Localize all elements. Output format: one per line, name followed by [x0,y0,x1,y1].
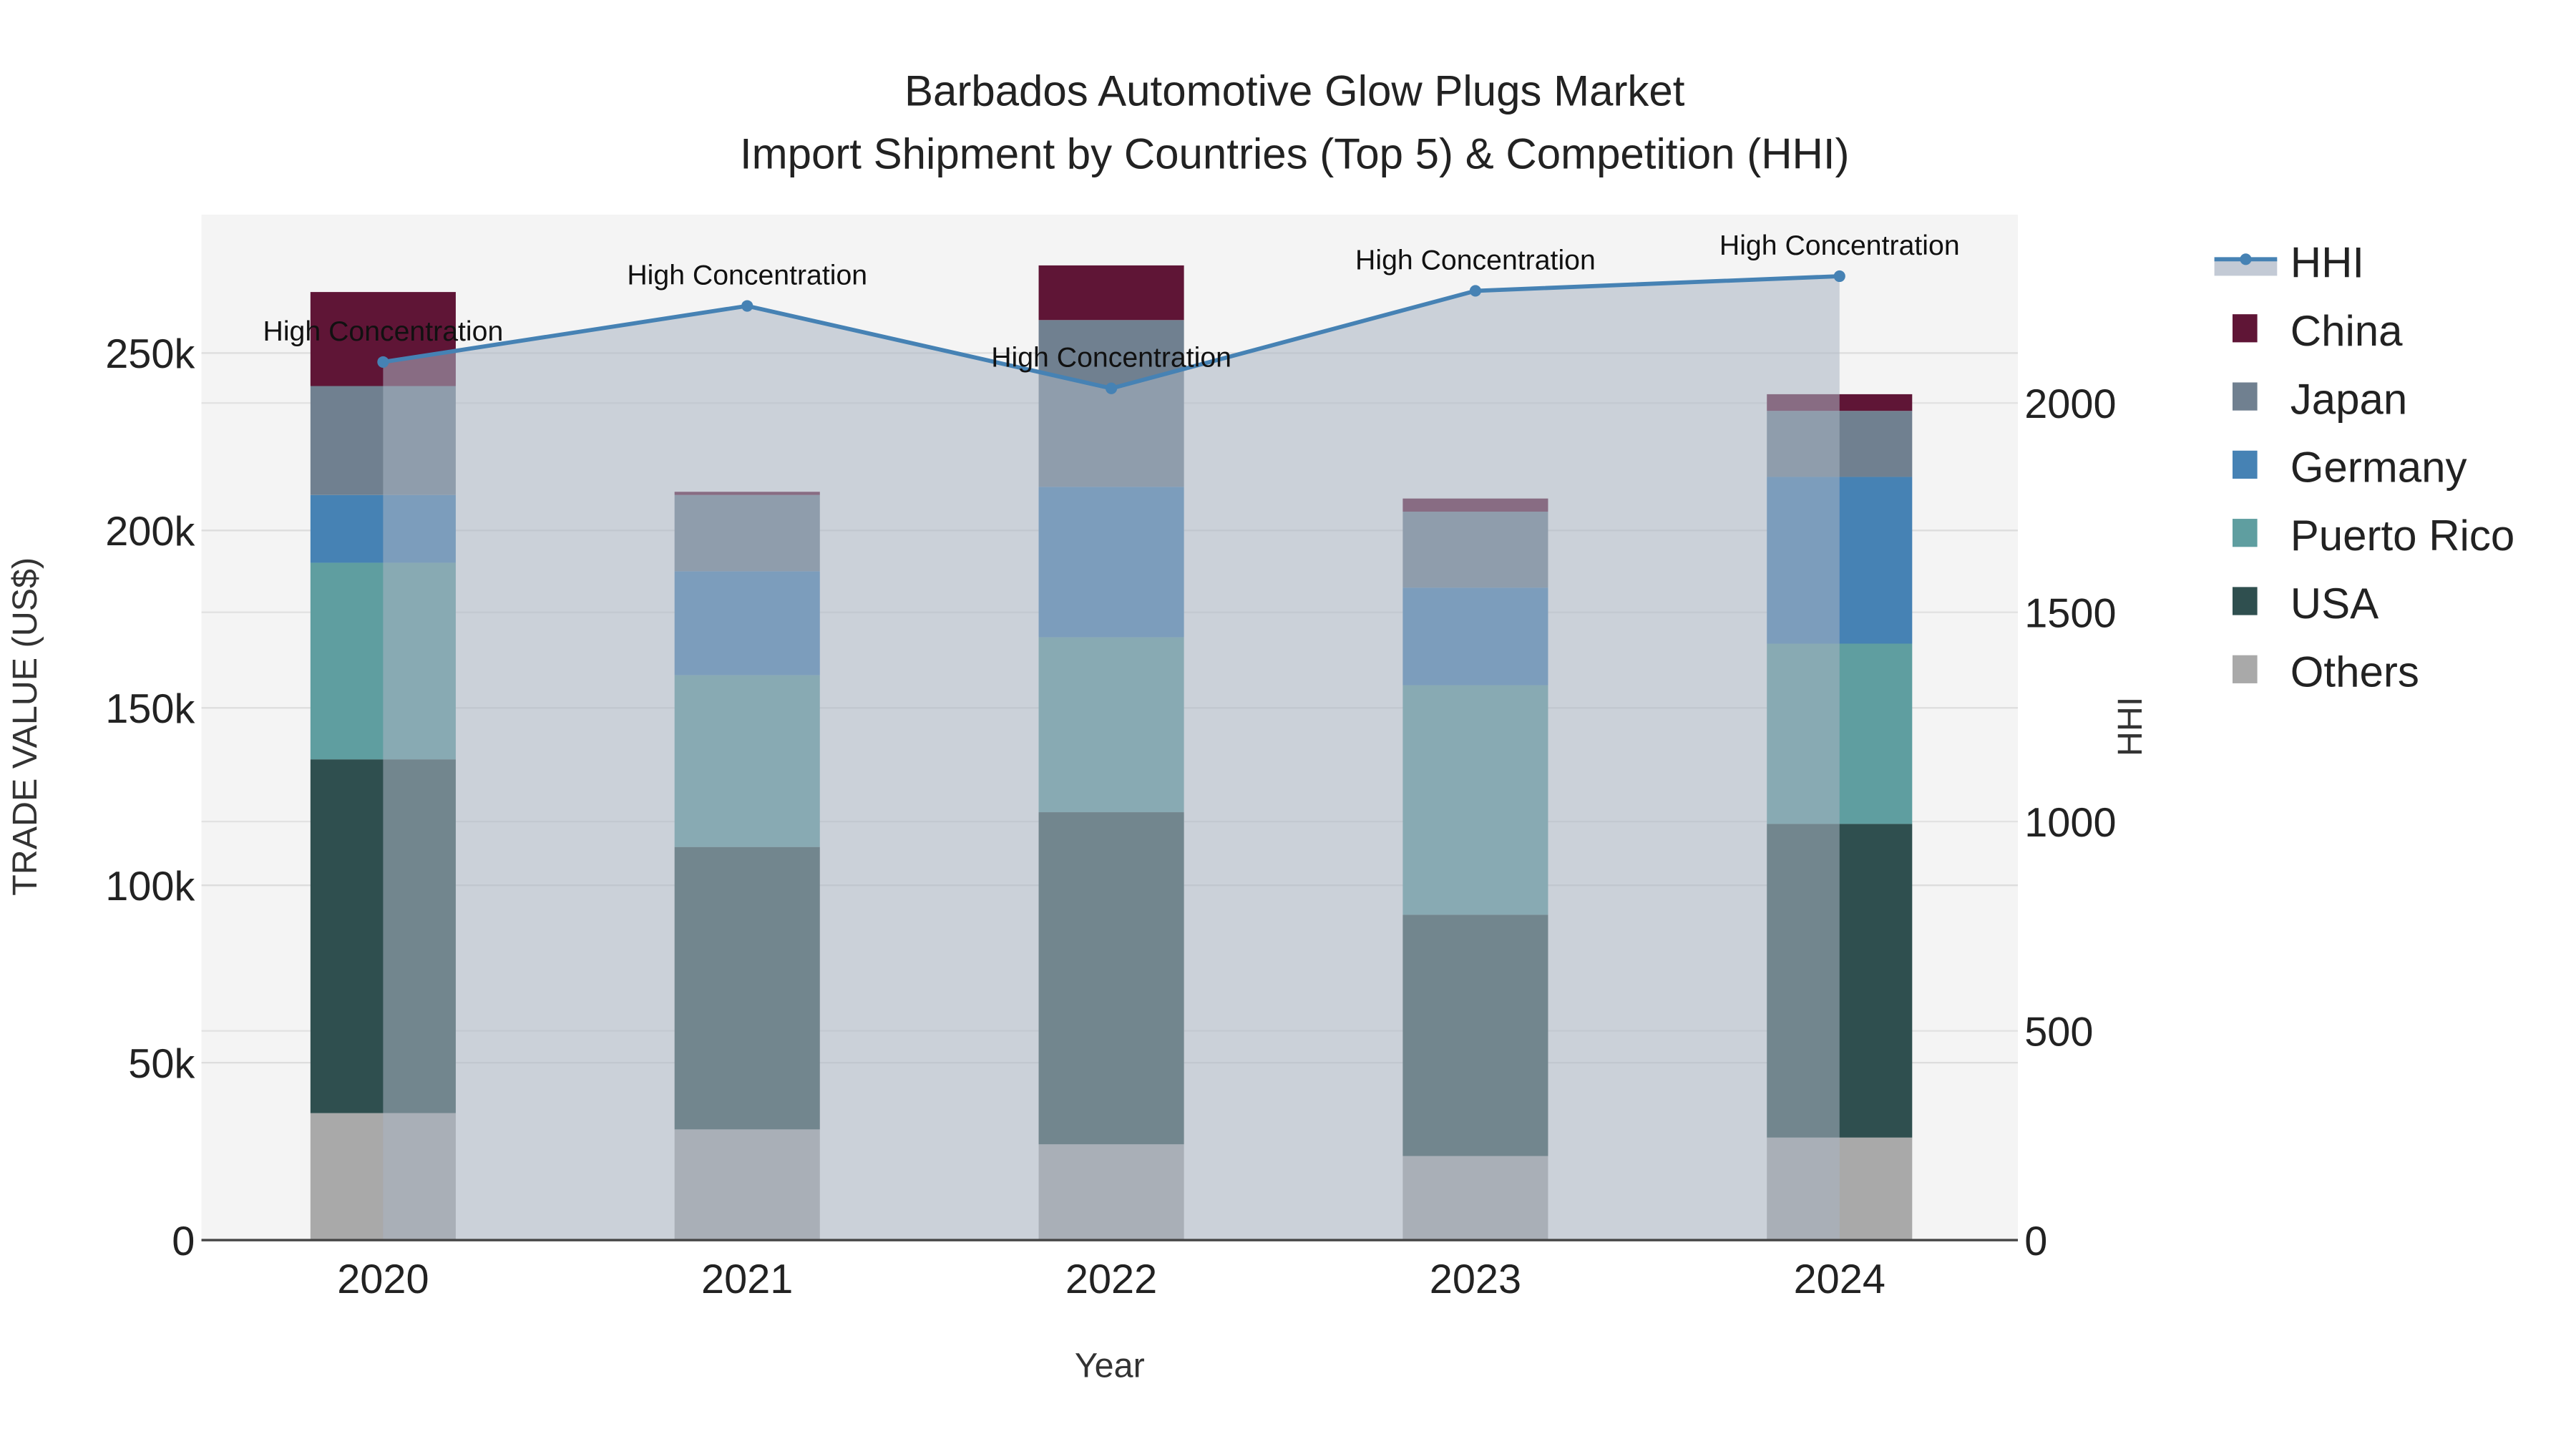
chart-title: Barbados Automotive Glow Plugs Market [904,67,1685,115]
x-tick-label: 2022 [1065,1257,1157,1302]
y2-axis-title: HHI [2111,697,2150,756]
hhi-annotation: High Concentration [1719,230,1960,261]
y-tick-label: 50k [128,1041,195,1087]
x-tick-label: 2021 [701,1257,793,1302]
x-tick-label: 2023 [1430,1257,1521,1302]
y2-tick-label: 500 [2024,1009,2093,1055]
hhi-point-2020 [377,356,389,368]
hhi-annotation: High Concentration [627,260,867,291]
y-tick-label: 200k [105,509,195,555]
y-tick-label: 250k [105,331,195,377]
legend-label: HHI [2290,239,2364,287]
hhi-annotation: High Concentration [991,342,1231,374]
x-tick-label: 2024 [1794,1257,1885,1302]
legend-label: Others [2290,648,2419,696]
legend-swatch-usa [2233,587,2258,615]
hhi-area [383,275,1840,1241]
legend-label: Japan [2290,375,2407,423]
hhi-annotation: High Concentration [1355,244,1596,275]
hhi-annotation: High Concentration [263,316,504,347]
y-tick-label: 0 [172,1219,195,1264]
legend-label: USA [2290,580,2379,628]
bar-china-2022 [1038,265,1184,321]
legend-swatch-germany [2233,450,2258,479]
hhi-point-2024 [1833,270,1845,283]
legend-swatch-china [2233,314,2258,343]
x-axis-title: Year [1075,1347,1145,1385]
chart: Barbados Automotive Glow Plugs Market Im… [6,67,2514,1385]
hhi-point-2022 [1106,382,1118,394]
legend-swatch-japan [2233,382,2258,411]
legend-label: China [2290,307,2403,355]
hhi-point-2023 [1469,285,1481,297]
y2-tick-label: 0 [2024,1219,2047,1264]
y2-tick-label: 2000 [2024,381,2116,427]
legend-swatch-others [2233,655,2258,683]
y-axis-title: TRADE VALUE (US$) [6,557,44,896]
chart-subtitle: Import Shipment by Countries (Top 5) & C… [740,130,1850,177]
legend-label: Germany [2290,444,2467,492]
legend-hhi-marker [2240,253,2252,265]
x-tick-label: 2020 [337,1257,429,1302]
y-tick-label: 100k [105,864,195,909]
hhi-point-2021 [741,300,753,312]
y2-tick-label: 1000 [2024,800,2116,846]
legend-swatch-puerto-rico [2233,519,2258,547]
y2-tick-label: 1500 [2024,590,2116,636]
legend-label: Puerto Rico [2290,512,2514,560]
y-tick-label: 150k [105,686,195,732]
